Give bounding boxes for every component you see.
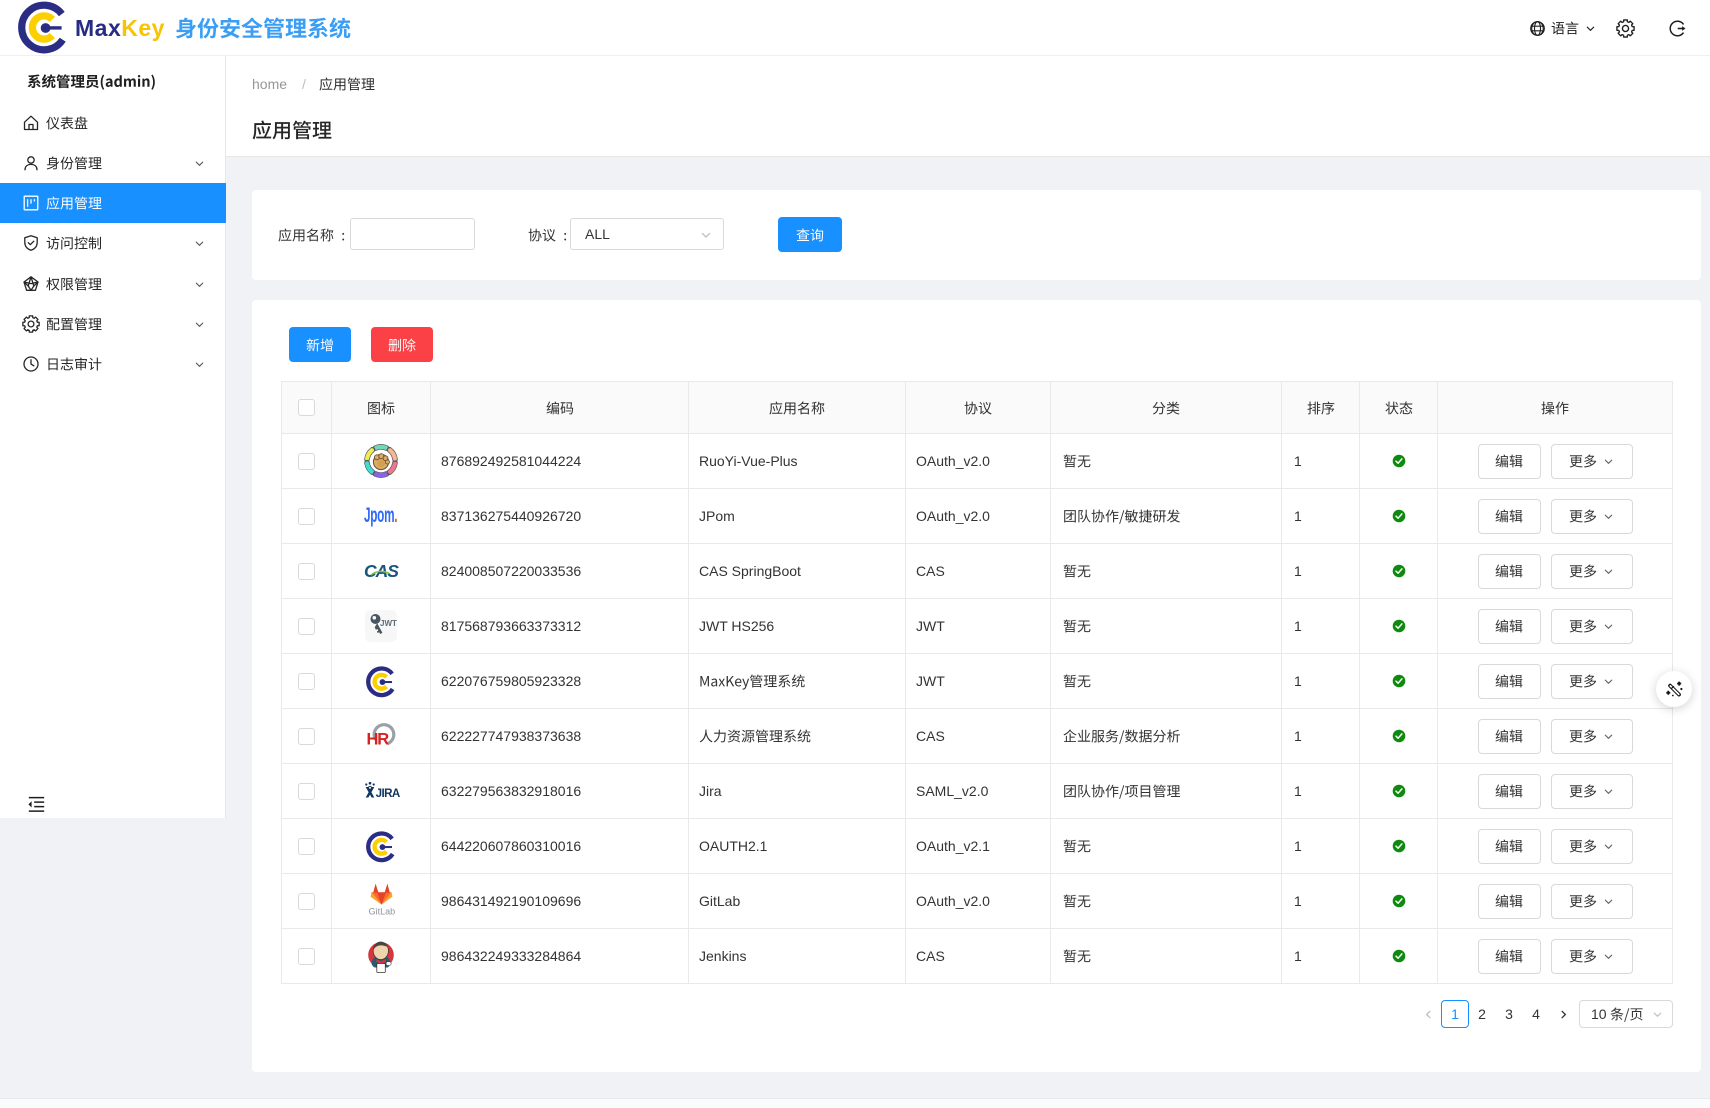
svg-text:JIRA: JIRA	[376, 787, 401, 800]
svg-text:JWT: JWT	[380, 619, 397, 628]
svg-text:GitLab: GitLab	[369, 907, 396, 917]
svg-text:HR: HR	[367, 731, 390, 749]
